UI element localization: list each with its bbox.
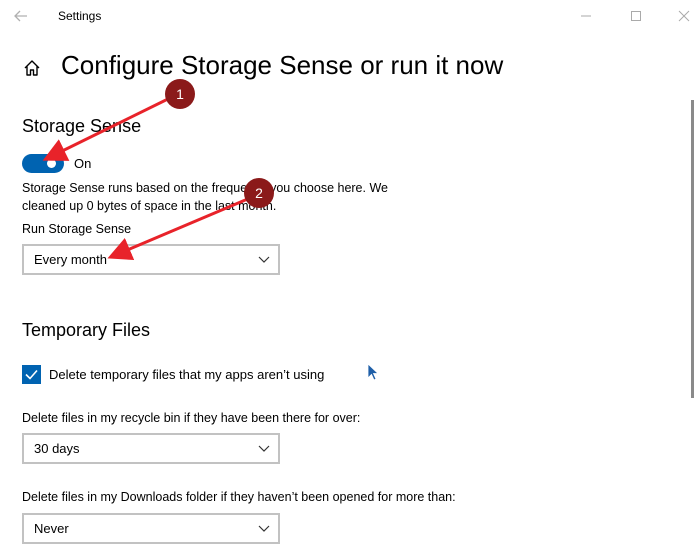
annotation-badge-1: 1: [165, 79, 195, 109]
annotation-arrow-2: [107, 196, 251, 261]
annotation-overlay: 1 2: [42, 79, 274, 261]
svg-text:2: 2: [255, 185, 263, 201]
annotation-badge-2: 2: [244, 178, 274, 208]
annotation-arrow-1: [42, 95, 173, 161]
svg-text:1: 1: [176, 86, 184, 102]
